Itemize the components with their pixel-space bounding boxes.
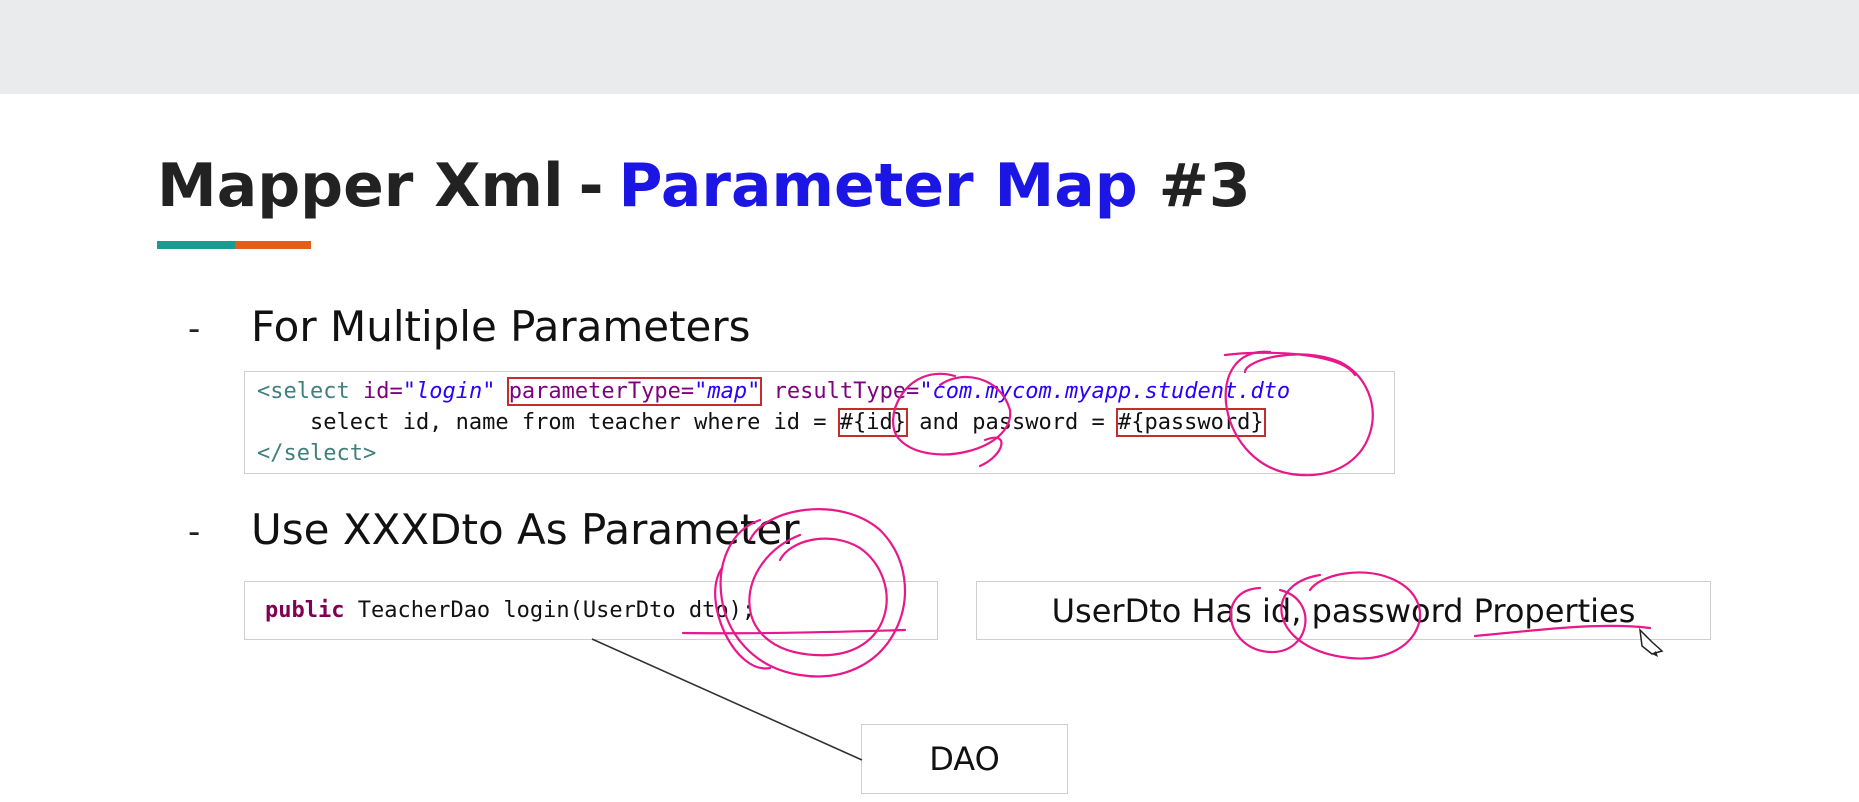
userdto-properties-text: UserDto Has id, password Properties bbox=[1051, 591, 1636, 630]
code-id-attr: id= bbox=[362, 379, 403, 404]
dao-label-text: DAO bbox=[929, 740, 1000, 778]
code-parametertype-value: "map" bbox=[694, 379, 761, 404]
code-block-select: <select id="login" parameterType="map" r… bbox=[244, 371, 1395, 474]
slide-title: Mapper Xml - Parameter Map #3 bbox=[157, 143, 1251, 229]
title-underline-orange bbox=[235, 241, 311, 249]
code-id-value: "login" bbox=[402, 379, 496, 404]
bullet-xxxdto-parameter: Use XXXDto As Parameter bbox=[251, 505, 800, 554]
code-select-close: </select> bbox=[257, 441, 377, 466]
code-password-param: #{password} bbox=[1115, 408, 1266, 437]
code-block-login-signature: public TeacherDao login(UserDto dto); bbox=[244, 581, 938, 640]
code-parametertype-highlight: parameterType="map" bbox=[506, 377, 763, 406]
bullet-dash-1: - bbox=[188, 309, 201, 349]
title-separator: - bbox=[578, 151, 604, 221]
code-select-open: <select bbox=[257, 379, 363, 404]
code-userdto-param: UserDto dto bbox=[582, 598, 729, 623]
code-method-signature: TeacherDao login( bbox=[344, 598, 583, 623]
code-line: </select> bbox=[257, 438, 1394, 469]
code-resulttype-value: "com.mycom.myapp.student.dto bbox=[919, 379, 1291, 404]
title-underline-teal bbox=[157, 241, 235, 249]
code-query-middle: and password = bbox=[906, 410, 1118, 435]
userdto-properties-note: UserDto Has id, password Properties bbox=[976, 581, 1711, 640]
code-resulttype-attr: resultType= bbox=[773, 379, 920, 404]
title-number: #3 bbox=[1158, 151, 1251, 221]
connector-line bbox=[591, 638, 863, 761]
code-query-text: select id, name from teacher where id = bbox=[257, 410, 840, 435]
top-toolbar-area bbox=[0, 0, 1859, 94]
bullet-dash-2: - bbox=[188, 512, 201, 552]
code-public-keyword: public bbox=[265, 598, 345, 623]
code-id-param: #{id} bbox=[837, 408, 909, 437]
code-parametertype-attr: parameterType= bbox=[508, 379, 695, 404]
title-parameter-map: Parameter Map bbox=[618, 151, 1138, 221]
code-line: <select id="login" parameterType="map" r… bbox=[257, 376, 1394, 407]
dao-label-box: DAO bbox=[861, 724, 1068, 794]
code-method-close: ); bbox=[728, 598, 756, 623]
bullet-multiple-parameters: For Multiple Parameters bbox=[251, 302, 751, 351]
title-mapper-xml: Mapper Xml bbox=[157, 151, 564, 221]
code-line: select id, name from teacher where id = … bbox=[257, 407, 1394, 438]
